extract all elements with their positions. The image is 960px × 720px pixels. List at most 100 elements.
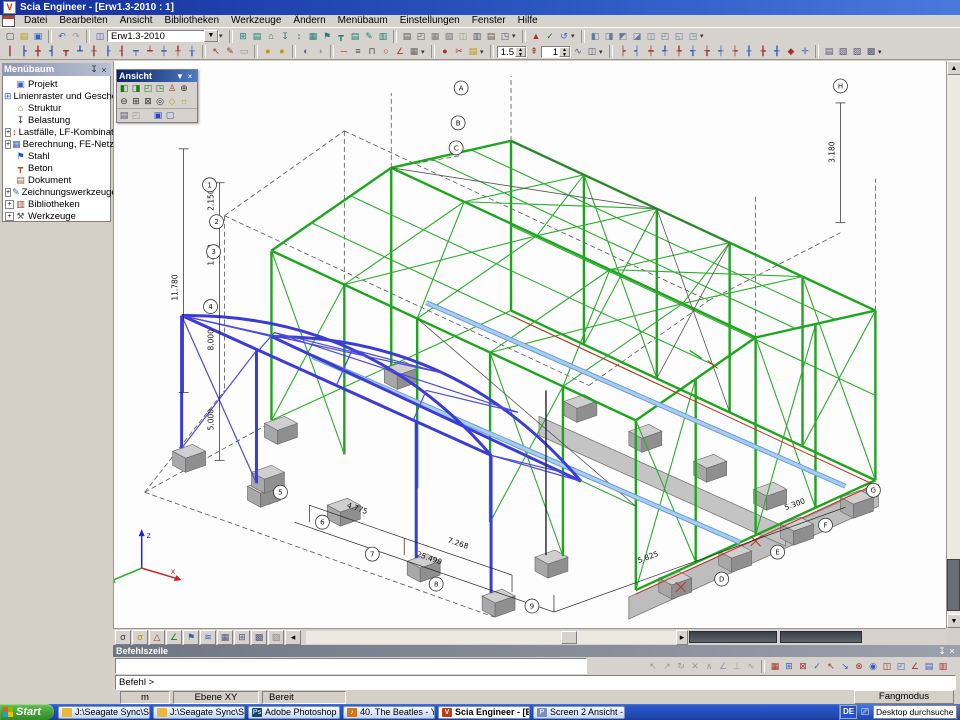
render-settings-icon[interactable]: ▧ [836,45,850,58]
taskbar-button-adobe-photoshop-cs3-e-[interactable]: PsAdobe Photoshop CS3 E... [248,706,340,719]
model-viewport[interactable]: 4.7757.26825.4905.8255.30011.7808.0005.0… [113,61,946,628]
taskbar-button-j-seagate-sync-syncre-[interactable]: J:\Seagate Sync\SyncRe... [153,706,245,719]
taskbar-button-scia-engineer-erw1-[interactable]: VScia Engineer - [Erw1... [438,706,530,719]
desktop-search-input[interactable] [873,705,957,719]
sections-icon[interactable]: ≋ [200,630,216,645]
expand-icon[interactable]: ◆ [784,45,798,58]
line-more-icon[interactable]: ▾ [421,48,428,56]
printer-tray-icon[interactable]: ⎚ [861,707,869,718]
line-grid-icon[interactable]: ⊠ [796,660,810,673]
labels-icon[interactable]: ⚑ [183,630,199,645]
menu-tree-header[interactable]: Menübaum ↧ × [2,63,111,76]
monitor-icon[interactable]: ▢ [164,109,176,122]
cross-arrow-icon[interactable]: ✛ [798,45,812,58]
mesh-icon[interactable]: ┝ [616,45,630,58]
snap-arc-icon[interactable]: ◰ [894,660,908,673]
base-plate-icon[interactable]: ╉ [770,45,784,58]
zoom-slider[interactable] [780,631,862,643]
close-icon[interactable]: × [99,65,109,75]
view-y-icon[interactable]: ◨ [130,82,142,95]
print-icon[interactable]: ▤ [400,30,414,43]
shaded-icon[interactable]: σ [132,630,148,645]
tree-item-lastf-lle-lf-kombinationen[interactable]: +↕Lastfälle, LF-Kombinationen [4,126,110,138]
beam-icon[interactable]: ╋ [31,45,45,58]
load-panel-icon[interactable]: ╀ [171,45,185,58]
storey-tool-icon[interactable]: ▤ [250,30,264,43]
scale-spin-icons[interactable]: ▲▼ [515,47,526,57]
rotation-slider[interactable] [689,631,777,643]
chevron-down-icon[interactable]: ▼ [175,72,185,81]
refine-icon[interactable]: ┥ [630,45,644,58]
taskbar-button-screen-2-ansicht-paint[interactable]: PScreen 2 Ansicht - Paint [533,706,625,719]
close-icon[interactable]: × [185,72,195,81]
catalog-icon[interactable]: ╁ [185,45,199,58]
concrete-tool-icon[interactable]: ┳ [334,30,348,43]
circle-icon[interactable]: ○ [379,45,393,58]
hinge-bim-icon[interactable]: ┿ [644,45,658,58]
clip-more-icon[interactable]: ▾ [480,48,487,56]
update-icon[interactable]: ↺ [557,30,571,43]
calc-tool-icon[interactable]: ▦ [306,30,320,43]
select-poly-icon[interactable]: ✎ [223,45,237,58]
command-input[interactable]: Befehl > [115,675,956,690]
opening-icon[interactable]: ┻ [73,45,87,58]
snap-intersect-icon[interactable]: ◉ [866,660,880,673]
grid-tool-icon[interactable]: ⊞ [236,30,250,43]
tree-item-beton[interactable]: ┳Beton [4,162,110,174]
calculator-icon[interactable]: ▲ [529,30,543,43]
pin-icon[interactable]: ↧ [89,64,99,75]
new-icon[interactable]: ▢ [3,30,17,43]
command-panel-header[interactable]: Befehlszeile ↧ × [113,645,960,657]
combination-tool-icon[interactable]: ↕ [292,30,306,43]
support-bim-icon[interactable]: ╃ [658,45,672,58]
document-icon[interactable]: ▥ [470,30,484,43]
window-right-icon[interactable]: ◩ [616,30,630,43]
dot-grid-icon[interactable]: ⊞ [782,660,796,673]
check-icon[interactable]: ✓ [543,30,557,43]
activity-on-icon[interactable]: ◐ [299,45,313,58]
line-icon[interactable]: ─ [337,45,351,58]
save-icon[interactable]: ▣ [31,30,45,43]
snap-surface-icon[interactable]: ▤ [922,660,936,673]
window-left-icon[interactable]: ◨ [602,30,616,43]
menu-werkzeuge[interactable]: Werkzeuge [225,15,287,27]
grid-view-icon[interactable]: ▩ [251,630,267,645]
combo-dropdown-icon[interactable]: ▼ [204,30,218,42]
print-view-icon[interactable]: ▤ [118,109,130,122]
snap-length-icon[interactable]: ∠ [908,660,922,673]
steel-tool-icon[interactable]: ⚑ [320,30,334,43]
menu-einstellungen[interactable]: Einstellungen [394,15,466,27]
snap-tangent-icon[interactable]: ∿ [744,660,758,673]
menu-bibliotheken[interactable]: Bibliotheken [159,15,225,27]
tree-item-projekt[interactable]: ▣Projekt [4,78,110,90]
pin-icon[interactable]: ↧ [937,646,947,657]
redo-icon[interactable]: ↷ [69,30,83,43]
fe-mesh-icon[interactable]: ⊞ [234,630,250,645]
scale-apply-icon[interactable]: ⇞ [527,45,541,58]
member-icon[interactable]: ┃ [3,45,17,58]
save-view-icon[interactable]: ▤ [822,45,836,58]
member-check-icon[interactable]: ╄ [672,45,686,58]
wall-icon[interactable]: ┳ [59,45,73,58]
window-quad-icon[interactable]: ◰ [658,30,672,43]
snap-node-icon[interactable]: ↖ [824,660,838,673]
horizontal-scrollbar[interactable] [306,631,676,644]
zoom-all-icon[interactable]: ⊠ [142,95,154,108]
clipboard-icon[interactable]: ◫ [456,30,470,43]
slab-icon[interactable]: ┫ [45,45,59,58]
clip-point-icon[interactable]: ● [438,45,452,58]
snap-perp-icon[interactable]: ⊥ [730,660,744,673]
weld-icon[interactable]: ╆ [700,45,714,58]
project-window-icon[interactable]: ◫ [93,30,107,43]
scroll-down-icon[interactable]: ▼ [947,614,960,628]
menu--ndern[interactable]: Ändern [287,15,331,27]
report-icon[interactable]: ▤ [484,30,498,43]
multiline-icon[interactable]: ≡ [351,45,365,58]
menu-datei[interactable]: Datei [18,15,53,27]
cursor-snap-icon[interactable]: ▦ [768,660,782,673]
snap-ortho-icon[interactable]: ◫ [880,660,894,673]
clip-box-icon[interactable]: ◇ [166,95,178,108]
support-icon[interactable]: ┷ [143,45,157,58]
track-rotate-icon[interactable]: ↻ [674,660,688,673]
taskbar-button-40-the-beatles-you-ca-[interactable]: ♪40. The Beatles - You Ca... [343,706,435,719]
